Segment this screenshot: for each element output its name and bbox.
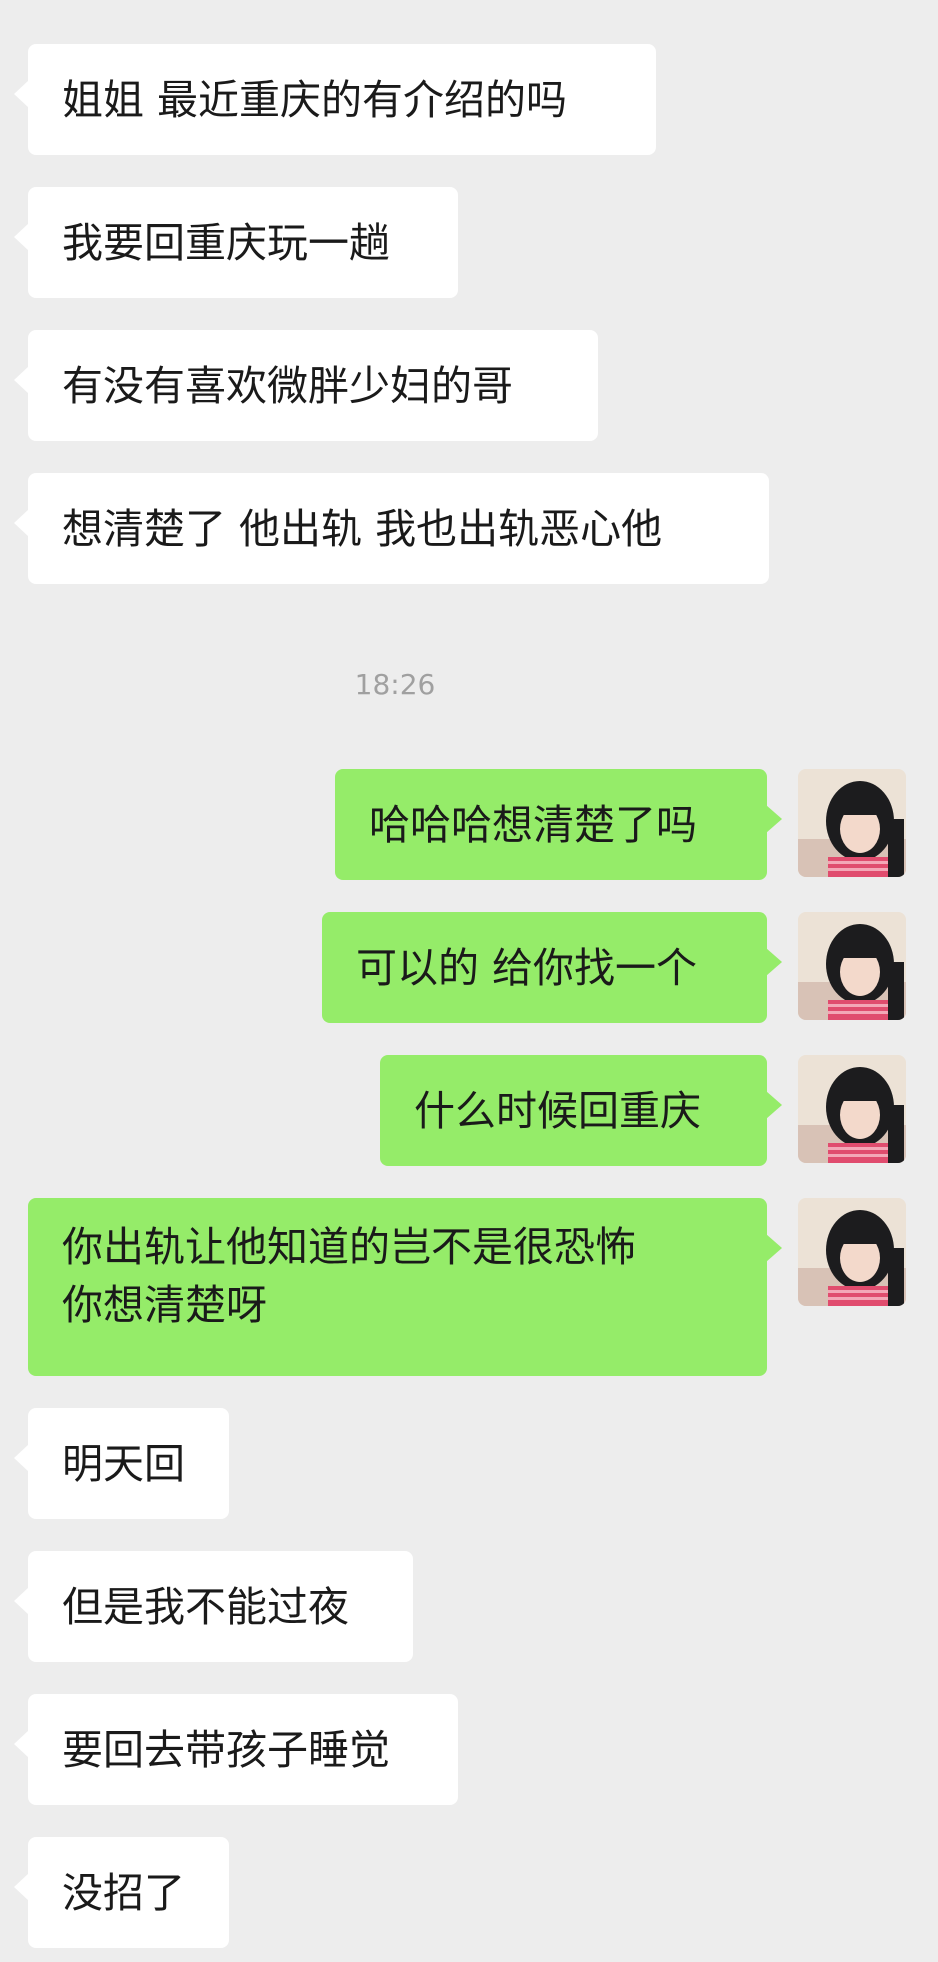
incoming-message-bubble[interactable]: 明天回 (14, 1408, 229, 1519)
avatar[interactable] (798, 1198, 906, 1306)
avatar[interactable] (798, 912, 906, 1020)
message-text: 可以的 给你找一个 (356, 943, 698, 992)
message-text: 什么时候回重庆 (414, 1086, 701, 1135)
incoming-message-bubble[interactable]: 但是我不能过夜 (14, 1551, 413, 1662)
chat-window: 姐姐 最近重庆的有介绍的吗 我要回重庆玩一趟 有没有喜欢微胖少妇的哥 想清楚了 … (0, 0, 938, 1962)
message-text: 但是我不能过夜 (62, 1582, 349, 1631)
message-text: 没招了 (62, 1868, 185, 1917)
message-text: 哈哈哈想清楚了吗 (369, 800, 697, 849)
outgoing-message-bubble[interactable]: 你出轨让他知道的岂不是很恐怖 你想清楚呀 (28, 1198, 782, 1376)
incoming-message-bubble[interactable]: 有没有喜欢微胖少妇的哥 (14, 330, 598, 441)
avatar[interactable] (798, 1055, 906, 1163)
message-text: 要回去带孩子睡觉 (62, 1725, 390, 1774)
message-text: 明天回 (62, 1439, 185, 1488)
incoming-message-bubble[interactable]: 要回去带孩子睡觉 (14, 1694, 458, 1805)
avatar-image (798, 1198, 906, 1306)
avatar[interactable] (798, 769, 906, 877)
incoming-message-bubble[interactable]: 姐姐 最近重庆的有介绍的吗 (14, 44, 656, 155)
message-text: 想清楚了 他出轨 我也出轨恶心他 (62, 504, 663, 553)
incoming-message-bubble[interactable]: 我要回重庆玩一趟 (14, 187, 458, 298)
avatar-image (798, 769, 906, 877)
message-text-line: 你出轨让他知道的岂不是很恐怖 (62, 1223, 636, 1271)
message-text: 有没有喜欢微胖少妇的哥 (62, 361, 513, 410)
message-text: 姐姐 最近重庆的有介绍的吗 (62, 75, 568, 124)
message-text: 我要回重庆玩一趟 (62, 218, 390, 267)
avatar-image (798, 912, 906, 1020)
outgoing-message-bubble[interactable]: 哈哈哈想清楚了吗 (335, 769, 782, 880)
incoming-message-bubble[interactable]: 想清楚了 他出轨 我也出轨恶心他 (14, 473, 769, 584)
avatar-image (798, 1055, 906, 1163)
outgoing-message-bubble[interactable]: 可以的 给你找一个 (322, 912, 782, 1023)
incoming-message-bubble[interactable]: 没招了 (14, 1837, 229, 1948)
outgoing-message-bubble[interactable]: 什么时候回重庆 (380, 1055, 782, 1166)
message-text-line: 你想清楚呀 (62, 1281, 267, 1329)
message-timestamp: 18:26 (354, 668, 436, 701)
